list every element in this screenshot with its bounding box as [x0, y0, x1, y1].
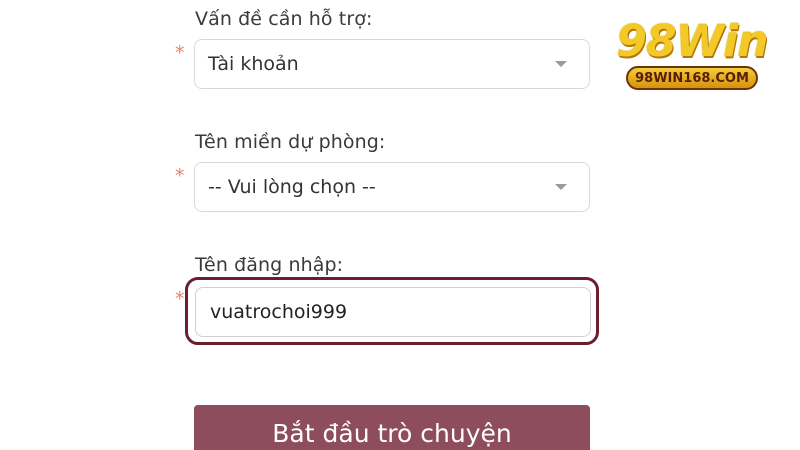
start-chat-button[interactable]: Bắt đầu trò chuyện [194, 405, 590, 450]
backup-domain-select[interactable]: -- Vui lòng chọn -- [194, 162, 590, 212]
brand-url: 98WIN168.COM [635, 70, 749, 86]
backup-domain-label: Tên miền dự phòng: [195, 131, 386, 153]
username-label: Tên đăng nhập: [195, 254, 344, 276]
username-input[interactable]: vuatrochoi999 [195, 287, 591, 337]
required-mark: * [175, 288, 185, 310]
dropdown-caret-icon [555, 61, 567, 67]
brand-logo: 98Win 98WIN168.COM [612, 16, 772, 96]
required-mark: * [175, 165, 185, 187]
brand-url-badge: 98WIN168.COM [626, 66, 758, 90]
issue-label: Vấn đề cần hỗ trợ: [195, 8, 373, 30]
brand-logo-text: 98Win [616, 16, 768, 67]
support-chat-form: Vấn đề cần hỗ trợ: * Tài khoản Tên miền … [0, 0, 800, 450]
required-mark: * [175, 42, 185, 64]
issue-select-value: Tài khoản [208, 53, 299, 75]
issue-select[interactable]: Tài khoản [194, 39, 590, 89]
backup-domain-select-value: -- Vui lòng chọn -- [208, 176, 376, 198]
username-input-value: vuatrochoi999 [210, 301, 348, 323]
dropdown-caret-icon [555, 184, 567, 190]
